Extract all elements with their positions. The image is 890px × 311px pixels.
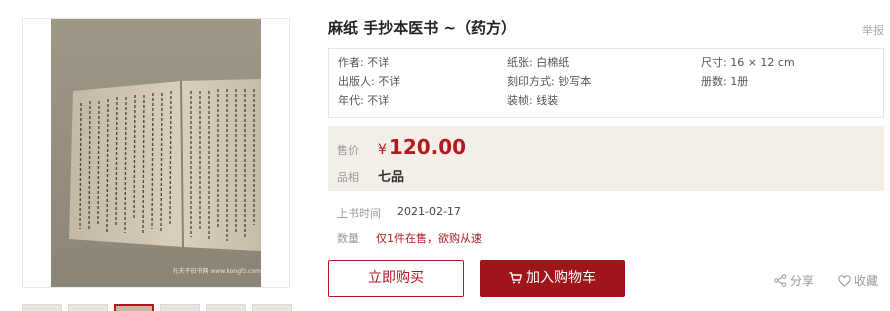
attr-author: 作者: 不详 [338,56,390,69]
share-icon [774,274,787,287]
condition-label: 品相 [337,171,359,184]
attribute-table: 作者: 不详 纸张: 白棉纸 尺寸: 16 × 12 cm 出版人: 不详 刻印… [328,48,884,118]
condition-value: 七品 [378,170,405,185]
image-watermark: 孔夫子旧书网 www.kongfz.com [172,267,261,275]
price-panel: 售价 ¥120.00 品相 七品 [328,126,884,191]
attr-publisher: 出版人: 不详 [338,75,401,88]
heart-icon [838,275,851,287]
manuscript-photo: 孔夫子旧书网 www.kongfz.com [51,19,261,287]
add-to-cart-button[interactable]: 加入购物车 [480,260,625,297]
thumbnail[interactable] [160,304,200,311]
product-title: 麻纸 手抄本医书 ~（药方） [328,19,517,37]
attr-era: 年代: 不详 [338,94,390,107]
share-label: 分享 [790,274,815,288]
thumbnail[interactable] [68,304,108,311]
favorite-label: 收藏 [854,274,879,288]
cart-icon [509,272,522,284]
attr-paper: 纸张: 白棉纸 [507,56,570,69]
buy-now-button[interactable]: 立即购买 [328,260,464,297]
currency-symbol: ¥ [378,142,387,158]
attr-volumes: 册数: 1册 [701,75,749,88]
thumbnail-active[interactable] [114,304,154,311]
attr-print-method: 刻印方式: 钞写本 [507,75,592,88]
favorite-button[interactable]: 收藏 [838,272,878,289]
price-value: ¥120.00 [378,135,466,159]
add-to-cart-label: 加入购物车 [526,270,596,286]
thumbnail[interactable] [252,304,292,311]
listing-date-label: 上书时间 [337,207,381,220]
attr-binding: 装帧: 线装 [507,94,559,107]
thumbnail[interactable] [206,304,246,311]
attr-size: 尺寸: 16 × 12 cm [701,56,795,69]
price-label: 售价 [337,144,359,157]
thumbnail[interactable] [22,304,62,311]
product-main-image[interactable]: 孔夫子旧书网 www.kongfz.com [22,18,290,288]
share-button[interactable]: 分享 [774,272,814,289]
price-amount: 120.00 [388,135,467,159]
listing-date-value: 2021-02-17 [397,205,461,218]
thumbnail-strip [22,304,292,311]
quantity-label: 数量 [337,232,359,245]
report-link[interactable]: 举报 [862,22,884,38]
quantity-value: 仅1件在售，欲购从速 [376,232,482,245]
